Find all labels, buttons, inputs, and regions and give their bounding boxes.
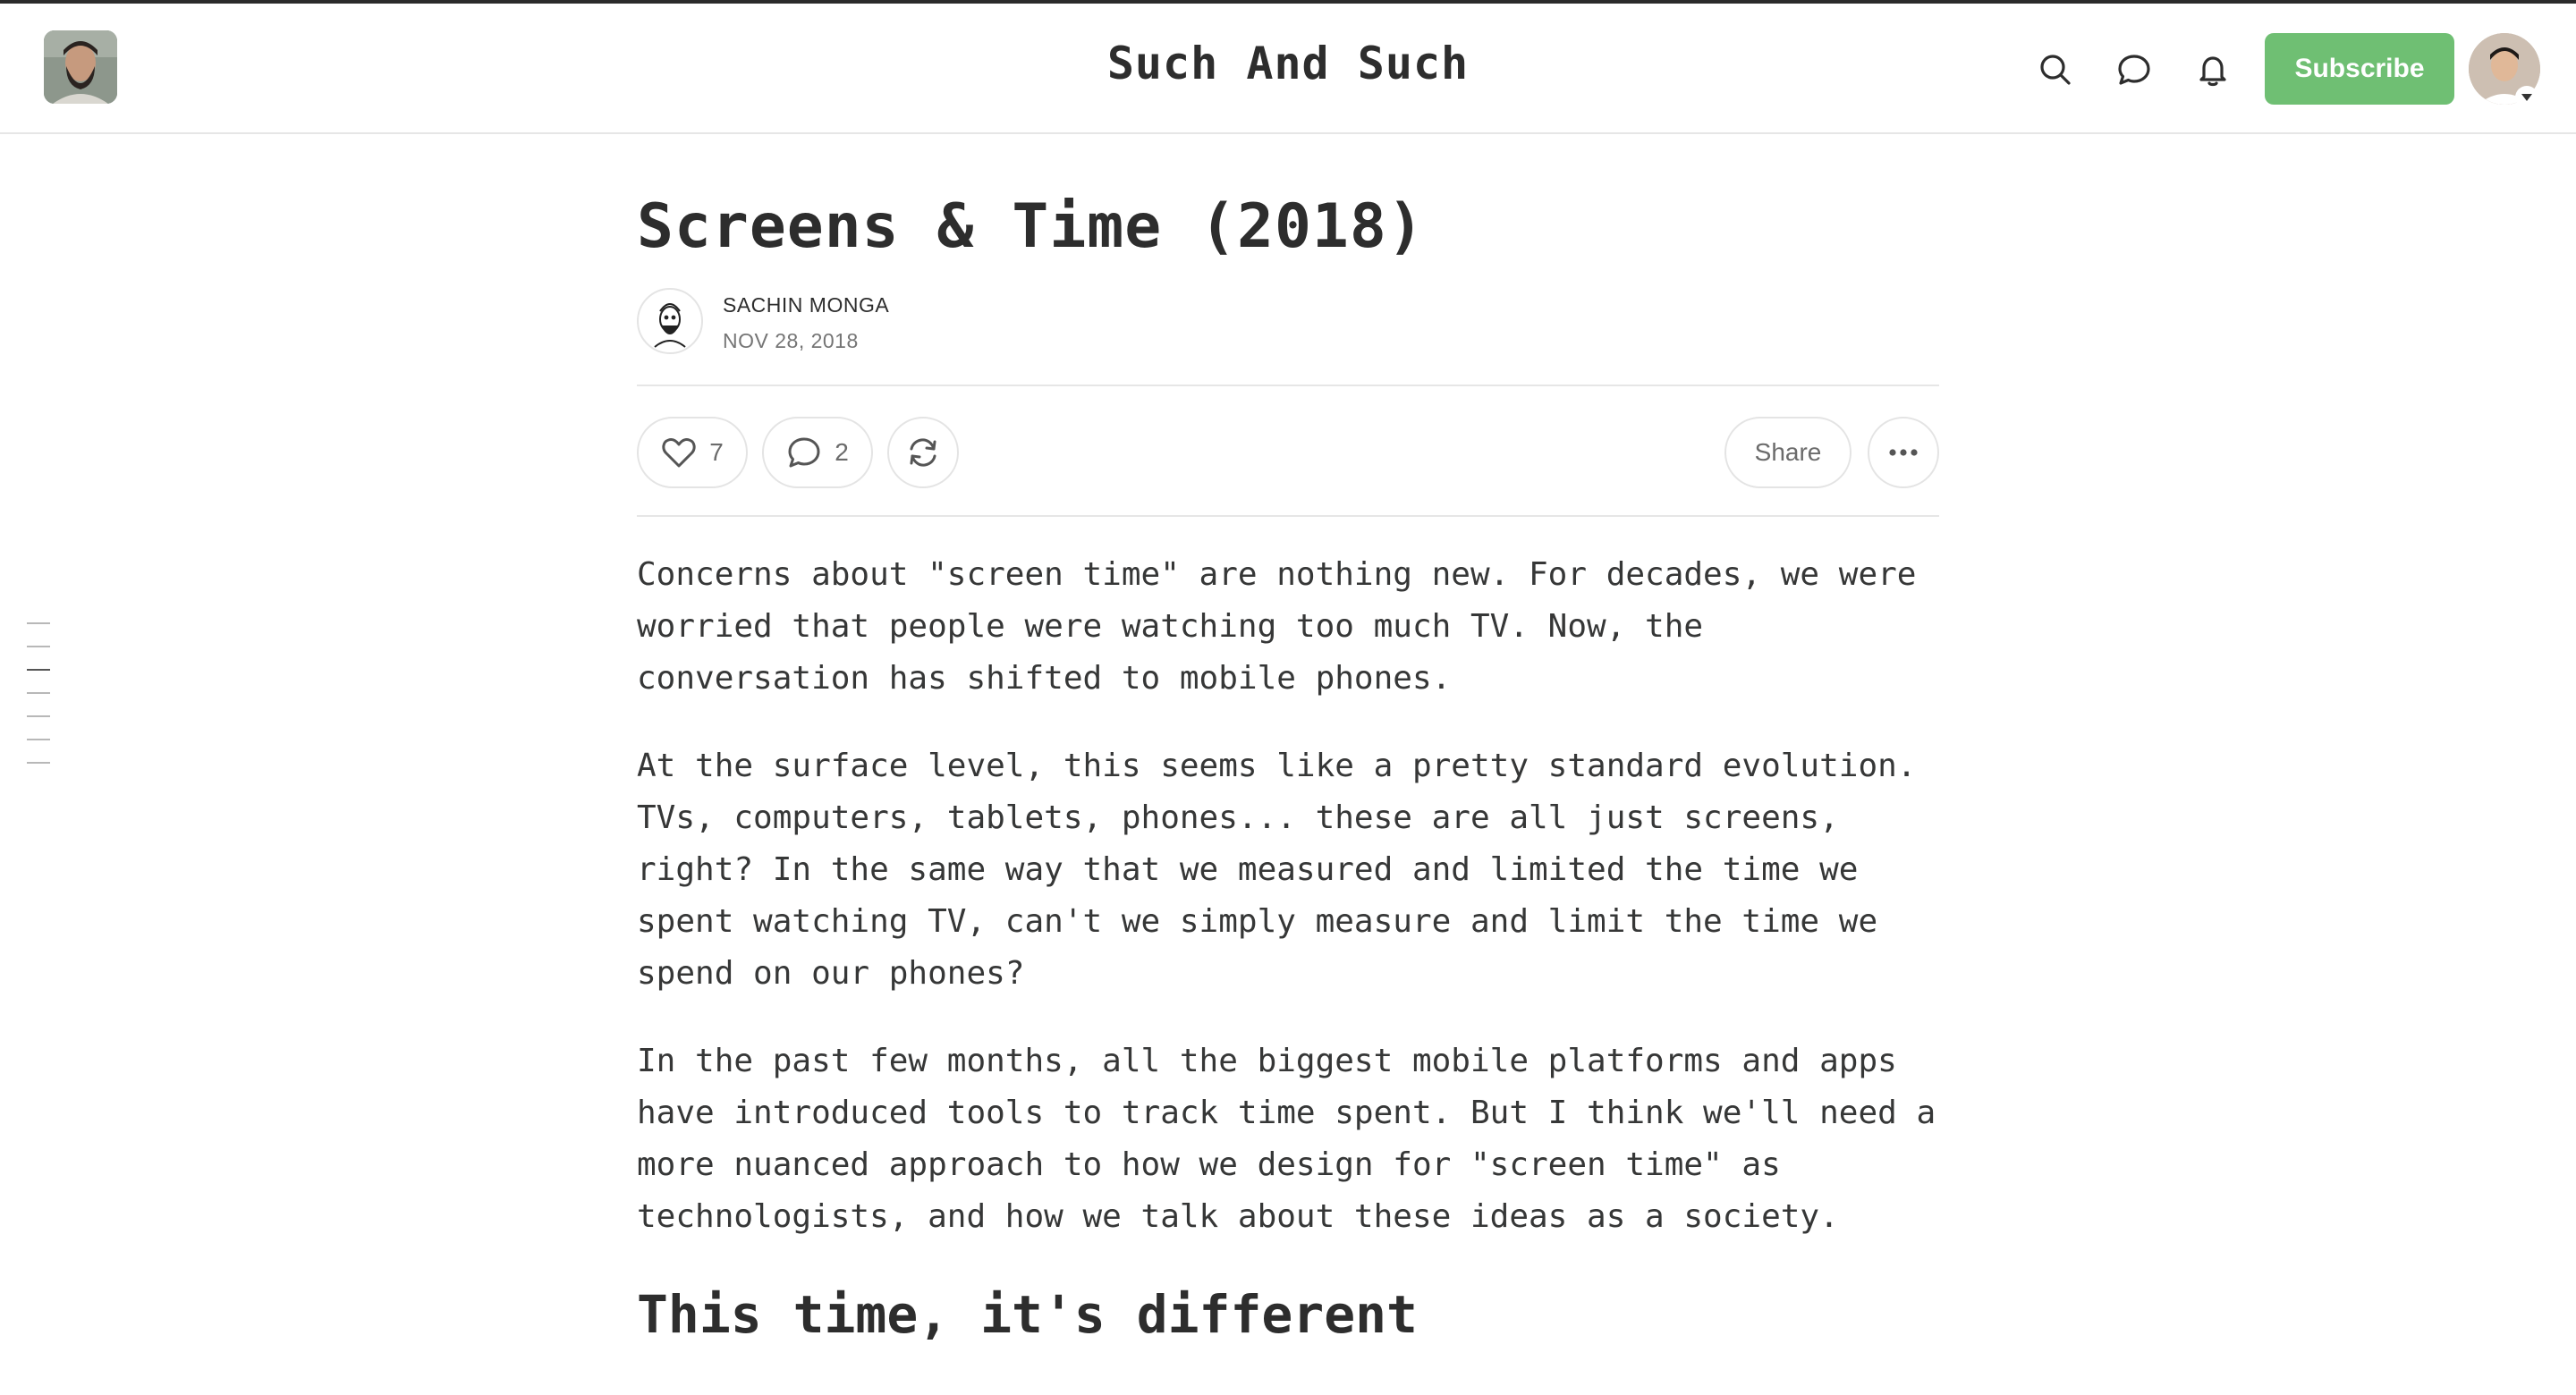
heart-icon xyxy=(661,436,697,469)
post-title: Screens & Time (2018) xyxy=(637,191,1425,262)
toc-entry-active[interactable] xyxy=(27,669,50,671)
toc-entry[interactable] xyxy=(27,739,50,740)
comment-count: 2 xyxy=(835,438,849,466)
toc-entry[interactable] xyxy=(27,692,50,694)
paragraph: Concerns about "screen time" are nothing… xyxy=(637,556,1917,697)
chevron-down-icon[interactable] xyxy=(2515,86,2538,109)
section-heading: This time, it's different xyxy=(637,1284,1418,1345)
ellipsis-icon xyxy=(1888,448,1919,457)
toc-entry[interactable] xyxy=(27,622,50,624)
search-icon[interactable] xyxy=(2036,50,2075,89)
bell-icon[interactable] xyxy=(2193,50,2233,89)
subscribe-button[interactable]: Subscribe xyxy=(2265,33,2454,105)
article: Screens & Time (2018) SACHIN MONGA NOV 2… xyxy=(637,134,1939,1350)
toc-entry[interactable] xyxy=(27,762,50,764)
chat-icon[interactable] xyxy=(2114,50,2154,89)
paragraph: At the surface level, this seems like a … xyxy=(637,748,1917,992)
refresh-icon xyxy=(905,435,941,470)
author-avatar[interactable] xyxy=(637,288,703,354)
site-header: Such And Such Subscribe xyxy=(0,4,2576,134)
author-name[interactable]: SACHIN MONGA xyxy=(723,293,889,317)
table-of-contents[interactable] xyxy=(27,622,54,785)
like-count: 7 xyxy=(709,438,724,466)
byline: SACHIN MONGA NOV 28, 2018 xyxy=(637,286,1939,358)
paragraph: In the past few months, all the biggest … xyxy=(637,1043,1936,1235)
divider xyxy=(637,515,1939,517)
toc-entry[interactable] xyxy=(27,715,50,717)
more-options-button[interactable] xyxy=(1868,417,1939,488)
like-button[interactable]: 7 xyxy=(637,417,748,488)
post-actions: 7 2 Share xyxy=(637,386,1939,515)
toc-entry[interactable] xyxy=(27,646,50,647)
share-button[interactable]: Share xyxy=(1724,417,1852,488)
comment-button[interactable]: 2 xyxy=(762,417,873,488)
comment-icon xyxy=(786,435,822,469)
site-title[interactable]: Such And Such xyxy=(0,38,2576,89)
post-body: Concerns about "screen time" are nothing… xyxy=(637,549,1939,1350)
restack-button[interactable] xyxy=(887,417,959,488)
share-label: Share xyxy=(1754,438,1822,466)
post-date: NOV 28, 2018 xyxy=(723,329,859,352)
